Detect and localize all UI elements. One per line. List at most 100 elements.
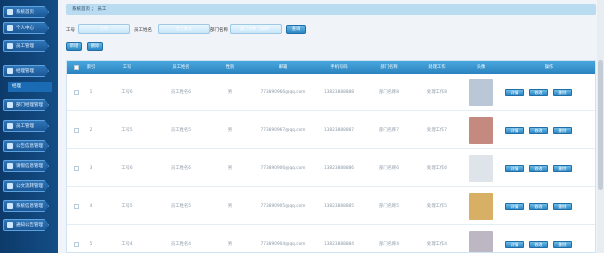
sidebar-item-4[interactable]: 部门经理管理 — [3, 99, 49, 111]
cell-name: 员工姓名5 — [171, 204, 191, 209]
detail-button[interactable]: 详情 — [505, 203, 524, 210]
edit-button[interactable]: 修改 — [529, 127, 548, 134]
cell-index: 3 — [89, 166, 93, 171]
table-row: 2 工号5 员工姓名5 男 773890967@qq.com 13823888887 部门名… — [67, 112, 595, 149]
cell-no: 工号5 — [121, 128, 133, 133]
avatar-photo — [469, 193, 493, 220]
sidebar-subitem-active[interactable]: 经理 — [8, 82, 52, 92]
detail-button[interactable]: 详情 — [505, 241, 524, 248]
edit-button[interactable]: 修改 — [529, 203, 548, 210]
scrollbar-thumb[interactable] — [598, 60, 603, 190]
cell-index: 1 — [89, 90, 93, 95]
sidebar-item-label: 员工管理 — [16, 44, 34, 49]
breadcrumb: 系统首页 ； 员工 — [66, 4, 596, 15]
cell-no: 工号6 — [121, 166, 133, 171]
grid-icon — [7, 203, 13, 209]
filter-no-input[interactable]: 工号 — [78, 24, 130, 34]
sidebar-item-10[interactable]: 通知公告管理 — [3, 219, 49, 231]
row-checkbox[interactable] — [74, 204, 79, 209]
page-scrollbar[interactable] — [597, 0, 604, 253]
cell-gender: 男 — [227, 204, 233, 209]
cell-work: 处理工作5 — [427, 204, 447, 209]
row-checkbox[interactable] — [74, 128, 79, 133]
detail-button[interactable]: 详情 — [505, 165, 524, 172]
table-row: 5 工号4 员工姓名4 男 773890904@qq.com 13823888884 部门名… — [67, 226, 595, 252]
edit-button[interactable]: 修改 — [529, 165, 548, 172]
cell-email: 773890904@qq.com — [260, 242, 306, 247]
cell-dept: 部门名称7 — [379, 128, 399, 133]
filter-name-label: 员工姓名 — [134, 28, 152, 33]
cell-phone: 13823888884 — [323, 242, 355, 247]
avatar-photo — [469, 155, 493, 182]
row-checkbox[interactable] — [74, 242, 79, 247]
sidebar-item-1[interactable]: 个人中心 — [3, 22, 49, 34]
cell-index: 5 — [89, 242, 93, 247]
table-header: 索引 工号 员工姓名 性别 邮箱 手机号码 部门名称 处理工作 头像 操作 — [67, 61, 595, 74]
sidebar-item-9[interactable]: 系统信息管理 — [3, 200, 49, 212]
cell-work: 处理工作4 — [427, 242, 447, 247]
table-header-cell: 邮箱 — [278, 65, 288, 70]
sidebar-item-label: 系统信息管理 — [16, 204, 43, 209]
delete-row-button[interactable]: 删除 — [553, 241, 572, 248]
grid-icon — [7, 143, 13, 149]
edit-button[interactable]: 修改 — [529, 241, 548, 248]
sidebar-item-5[interactable]: 员工管理 — [3, 120, 49, 132]
delete-row-button[interactable]: 删除 — [553, 165, 572, 172]
sidebar-item-0[interactable]: 系统首页 — [3, 6, 49, 18]
row-checkbox[interactable] — [74, 166, 79, 171]
cell-email: 773890905@qq.com — [260, 204, 306, 209]
table-header-cell: 部门名称 — [380, 65, 398, 70]
sidebar: 系统首页 个人中心 员工管理 经理管理 部门经理管理 员工管理 公告信息管理 请假信息管理 公文… — [0, 0, 58, 253]
table-header-cell: 操作 — [544, 65, 554, 70]
cell-no: 工号4 — [121, 242, 133, 247]
sidebar-item-6[interactable]: 公告信息管理 — [3, 140, 49, 152]
app-root: 系统首页 个人中心 员工管理 经理管理 部门经理管理 员工管理 公告信息管理 请假信息管理 公文… — [0, 0, 604, 253]
delete-row-button[interactable]: 删除 — [553, 89, 572, 96]
cell-work: 处理工作6 — [427, 166, 447, 171]
sidebar-item-8[interactable]: 公文流转管理 — [3, 180, 49, 192]
data-table: 索引 工号 员工姓名 性别 邮箱 手机号码 部门名称 处理工作 头像 操作 1 工号6 员工姓名6 男 7… — [66, 60, 596, 253]
sidebar-item-label: 员工管理 — [16, 124, 34, 129]
detail-button[interactable]: 详情 — [505, 127, 524, 134]
detail-button[interactable]: 详情 — [505, 89, 524, 96]
cell-phone: 13823888885 — [323, 204, 355, 209]
cell-phone: 13823888886 — [323, 166, 355, 171]
table-row: 3 工号6 员工姓名6 男 773890906@qq.com 13823888886 部门名… — [67, 150, 595, 187]
table-header-cell: 处理工作 — [428, 65, 446, 70]
search-button[interactable]: 查询 — [286, 25, 306, 34]
delete-row-button[interactable]: 删除 — [553, 127, 572, 134]
filter-no-label: 工号 — [66, 28, 75, 33]
cell-name: 员工姓名5 — [171, 128, 191, 133]
cell-gender: 男 — [227, 166, 233, 171]
grid-icon — [7, 123, 13, 129]
sidebar-item-label: 个人中心 — [16, 26, 34, 31]
row-checkbox[interactable] — [74, 90, 79, 95]
select-all-checkbox[interactable] — [74, 65, 79, 70]
table-header-cell: 工号 — [122, 65, 132, 70]
cell-dept: 部门名称8 — [379, 90, 399, 95]
edit-button[interactable]: 修改 — [529, 89, 548, 96]
table-row: 1 工号6 员工姓名6 男 773890966@qq.com 13823888888 部门名… — [67, 74, 595, 111]
add-button[interactable]: 新增 — [66, 42, 82, 51]
avatar-photo — [469, 79, 493, 106]
filter-name-input[interactable]: 员工姓名 — [158, 24, 210, 34]
grid-icon — [7, 102, 13, 108]
delete-button[interactable]: 删除 — [87, 42, 103, 51]
sidebar-item-label: 通知公告管理 — [16, 223, 43, 228]
cell-name: 员工姓名6 — [171, 166, 191, 171]
home-icon — [7, 9, 13, 15]
cell-dept: 部门名称6 — [379, 166, 399, 171]
cell-work: 处理工作7 — [427, 128, 447, 133]
sidebar-item-3[interactable]: 经理管理 — [3, 65, 49, 77]
filter-dept-select[interactable]: 部门名称（选择） — [230, 24, 282, 34]
avatar-photo — [469, 117, 493, 144]
main-content: 系统首页 ； 员工 工号 工号 员工姓名 员工姓名 部门名称 部门名称（选择） … — [60, 0, 604, 253]
sidebar-item-2[interactable]: 员工管理 — [3, 40, 49, 52]
cell-dept: 部门名称4 — [379, 242, 399, 247]
cell-email: 773890967@qq.com — [260, 128, 306, 133]
cell-work: 处理工作8 — [427, 90, 447, 95]
delete-row-button[interactable]: 删除 — [553, 203, 572, 210]
table-header-cell: 员工姓名 — [172, 65, 190, 70]
cell-name: 员工姓名6 — [171, 90, 191, 95]
sidebar-item-7[interactable]: 请假信息管理 — [3, 160, 49, 172]
